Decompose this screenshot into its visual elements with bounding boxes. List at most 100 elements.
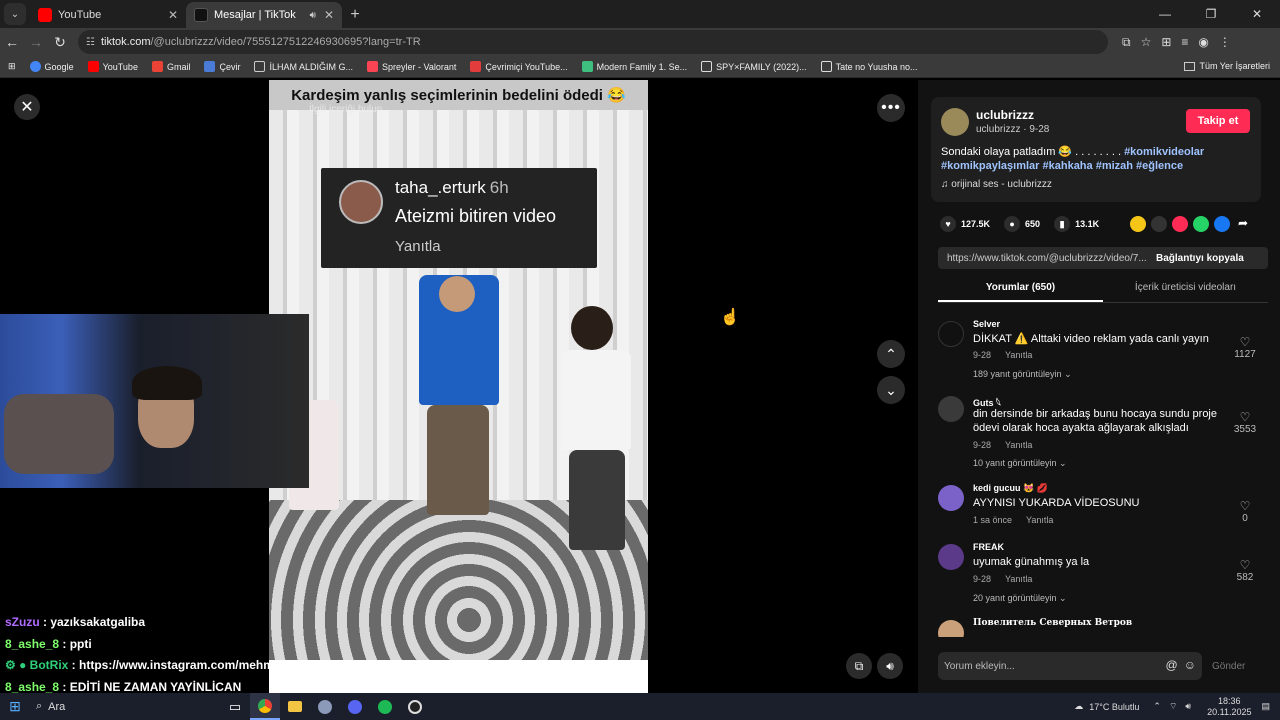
discord-icon[interactable] — [340, 693, 370, 720]
volume-icon[interactable]: 🔊︎ — [877, 653, 903, 679]
close-window-icon[interactable]: ✕ — [1234, 0, 1280, 28]
task-view-icon[interactable]: ▭ — [220, 693, 250, 720]
comment-username[interactable]: kedi gucuu 😻 💋 — [973, 483, 1048, 494]
tab-search-button[interactable]: ⌄ — [4, 3, 26, 25]
site-info-icon[interactable]: ☷ — [86, 37, 95, 48]
bookmark-spy-family[interactable]: SPY×FAMILY (2022)... — [701, 61, 807, 72]
new-tab-button[interactable]: + — [342, 2, 368, 28]
send-icon[interactable] — [1172, 216, 1188, 232]
bookmark-folder[interactable]: İLHAM ALDIĞIM G... — [254, 61, 353, 72]
volume-tray-icon[interactable]: 🔊︎ — [1185, 701, 1191, 712]
video-player[interactable]: Kardeşim yanlış seçimlerinin bedelini öd… — [269, 80, 648, 660]
address-bar[interactable]: ☷ tiktok.com /@uclubrizzz/video/75551275… — [78, 30, 1108, 54]
tray-expand-icon[interactable]: ⌃ — [1153, 701, 1161, 712]
reply-button[interactable]: Yanıtla — [1005, 350, 1032, 360]
bookmark-youtube[interactable]: YouTube — [87, 61, 138, 72]
save-button[interactable]: ▮ 13.1K — [1054, 216, 1099, 232]
tab-youtube[interactable]: YouTube ✕ — [30, 2, 186, 28]
tab-tiktok[interactable]: Mesajlar | TikTok 🔊︎ ✕ — [186, 2, 342, 28]
pip-icon[interactable]: ⧉ — [846, 653, 872, 679]
puzzle-icon[interactable]: ⊞ — [1161, 35, 1171, 50]
post-sound[interactable]: ♫ orijinal ses - uclubrizzz — [941, 179, 1052, 190]
chrome-icon[interactable] — [250, 693, 280, 720]
comment-like[interactable]: ♡ 0 — [1230, 499, 1260, 524]
forward-icon[interactable]: → — [24, 34, 48, 50]
hashtag[interactable]: #komikvideolar — [1124, 146, 1204, 158]
notifications-icon[interactable]: ▤ — [1261, 701, 1270, 712]
avatar[interactable] — [938, 321, 964, 347]
view-replies-button[interactable]: 189 yanıt görüntüleyin ⌄ — [973, 369, 1072, 380]
facebook-icon[interactable] — [1214, 216, 1230, 232]
comment-button[interactable]: ● 650 — [1004, 216, 1040, 232]
bookmark-valorant[interactable]: Spreyler - Valorant — [367, 61, 456, 72]
embed-icon[interactable] — [1151, 216, 1167, 232]
file-explorer-icon[interactable] — [280, 693, 310, 720]
media-icon[interactable]: ≡ — [1181, 35, 1188, 50]
reply-button[interactable]: Yanıtla — [1026, 515, 1053, 525]
share-arrow-icon[interactable]: ➦ — [1235, 216, 1251, 232]
emoji-icon[interactable]: ☺ — [1184, 658, 1196, 672]
bookmark-gmail[interactable]: Gmail — [151, 61, 190, 72]
profile-icon[interactable]: ◉ — [1198, 35, 1208, 50]
menu-icon[interactable]: ⋮ — [1219, 35, 1231, 50]
bookmark-modern-family[interactable]: Modern Family 1. Se... — [581, 61, 687, 72]
copy-link-button[interactable]: Bağlantıyı kopyala — [1148, 253, 1244, 264]
tab-creator-videos[interactable]: İçerik üreticisi videoları — [1103, 276, 1268, 302]
mention-icon[interactable]: @ — [1166, 658, 1178, 672]
comment-like[interactable]: ♡ 1127 — [1230, 335, 1260, 360]
follow-button[interactable]: Takip et — [1186, 109, 1250, 133]
post-username[interactable]: uclubrizzz — [976, 108, 1034, 122]
bookmark-google[interactable]: Google — [29, 61, 74, 72]
spotify-icon[interactable] — [370, 693, 400, 720]
share-link-url[interactable]: https://www.tiktok.com/@uclubrizzz/video… — [938, 253, 1148, 264]
view-replies-button[interactable]: 20 yanıt görüntüleyin ⌄ — [973, 593, 1067, 604]
avatar[interactable] — [941, 108, 969, 136]
weather-widget[interactable]: ☁ 17°C Bulutlu — [1074, 701, 1139, 712]
back-icon[interactable]: ← — [0, 34, 24, 50]
friends-icon[interactable] — [1130, 216, 1146, 232]
bookmark-tate-no-yuusha[interactable]: Tate no Yuusha no... — [820, 61, 918, 72]
minimize-icon[interactable]: — — [1142, 0, 1188, 28]
comment-username[interactable]: FREAK — [973, 542, 1004, 552]
network-icon[interactable]: ⌔ — [1169, 701, 1177, 712]
obs-icon[interactable] — [400, 693, 430, 720]
reply-button[interactable]: Yanıtla — [1005, 574, 1032, 584]
comment-username[interactable]: Selver — [973, 319, 1000, 329]
close-video-button[interactable]: ✕ — [14, 94, 40, 120]
avatar[interactable] — [938, 544, 964, 570]
reply-button[interactable]: Yanıtla — [1005, 440, 1032, 450]
close-tab-icon[interactable]: ✕ — [168, 8, 178, 22]
send-comment-button[interactable]: Gönder — [1212, 661, 1245, 672]
previous-video-button[interactable]: ⌃ — [877, 340, 905, 368]
next-video-button[interactable]: ⌄ — [877, 376, 905, 404]
all-bookmarks[interactable]: Tüm Yer İşaretleri — [1184, 61, 1270, 71]
windows-start-icon[interactable]: ⊞ — [0, 698, 30, 715]
avatar[interactable] — [938, 620, 964, 637]
whatsapp-icon[interactable] — [1193, 216, 1209, 232]
speaker-icon[interactable]: 🔊︎ — [310, 10, 316, 21]
taskbar-search[interactable]: ⌕ Ara — [30, 696, 220, 718]
reload-icon[interactable]: ↻ — [48, 34, 72, 51]
bookmark-star-icon[interactable]: ☆ — [1141, 35, 1152, 50]
avatar[interactable] — [938, 396, 964, 422]
bookmark-youtube-converter[interactable]: Çevrimiçi YouTube... — [470, 61, 568, 72]
view-replies-button[interactable]: 10 yanıt görüntüleyin ⌄ — [973, 458, 1067, 469]
extensions-icon[interactable]: ⧉ — [1122, 35, 1131, 50]
comment-like[interactable]: ♡ 582 — [1230, 558, 1260, 583]
comment-input[interactable]: Yorum ekleyin... @ ☺ — [938, 652, 1202, 680]
like-button[interactable]: ♥ 127.5K — [940, 216, 990, 232]
restore-icon[interactable]: ❐ — [1188, 0, 1234, 28]
avatar[interactable] — [938, 485, 964, 511]
apps-icon[interactable]: ⊞ — [8, 61, 16, 72]
tab-title: YouTube — [58, 9, 102, 21]
close-tab-icon[interactable]: ✕ — [324, 8, 334, 22]
comment-like[interactable]: ♡ 3553 — [1230, 410, 1260, 435]
bookmark-translate[interactable]: Çevir — [204, 61, 240, 72]
app-icon[interactable] — [310, 693, 340, 720]
more-options-button[interactable]: ••• — [877, 94, 905, 122]
comment-username[interactable]: Повелитель Северных Ветров — [973, 618, 1132, 628]
hashtag[interactable]: #komikpaylaşımlar #kahkaha #mizah #eğlen… — [941, 160, 1183, 172]
taskbar-clock[interactable]: 18:36 20.11.2025 — [1207, 696, 1251, 718]
tab-comments[interactable]: Yorumlar (650) — [938, 276, 1103, 302]
comment-input-icons: @ ☺ — [1166, 658, 1196, 672]
